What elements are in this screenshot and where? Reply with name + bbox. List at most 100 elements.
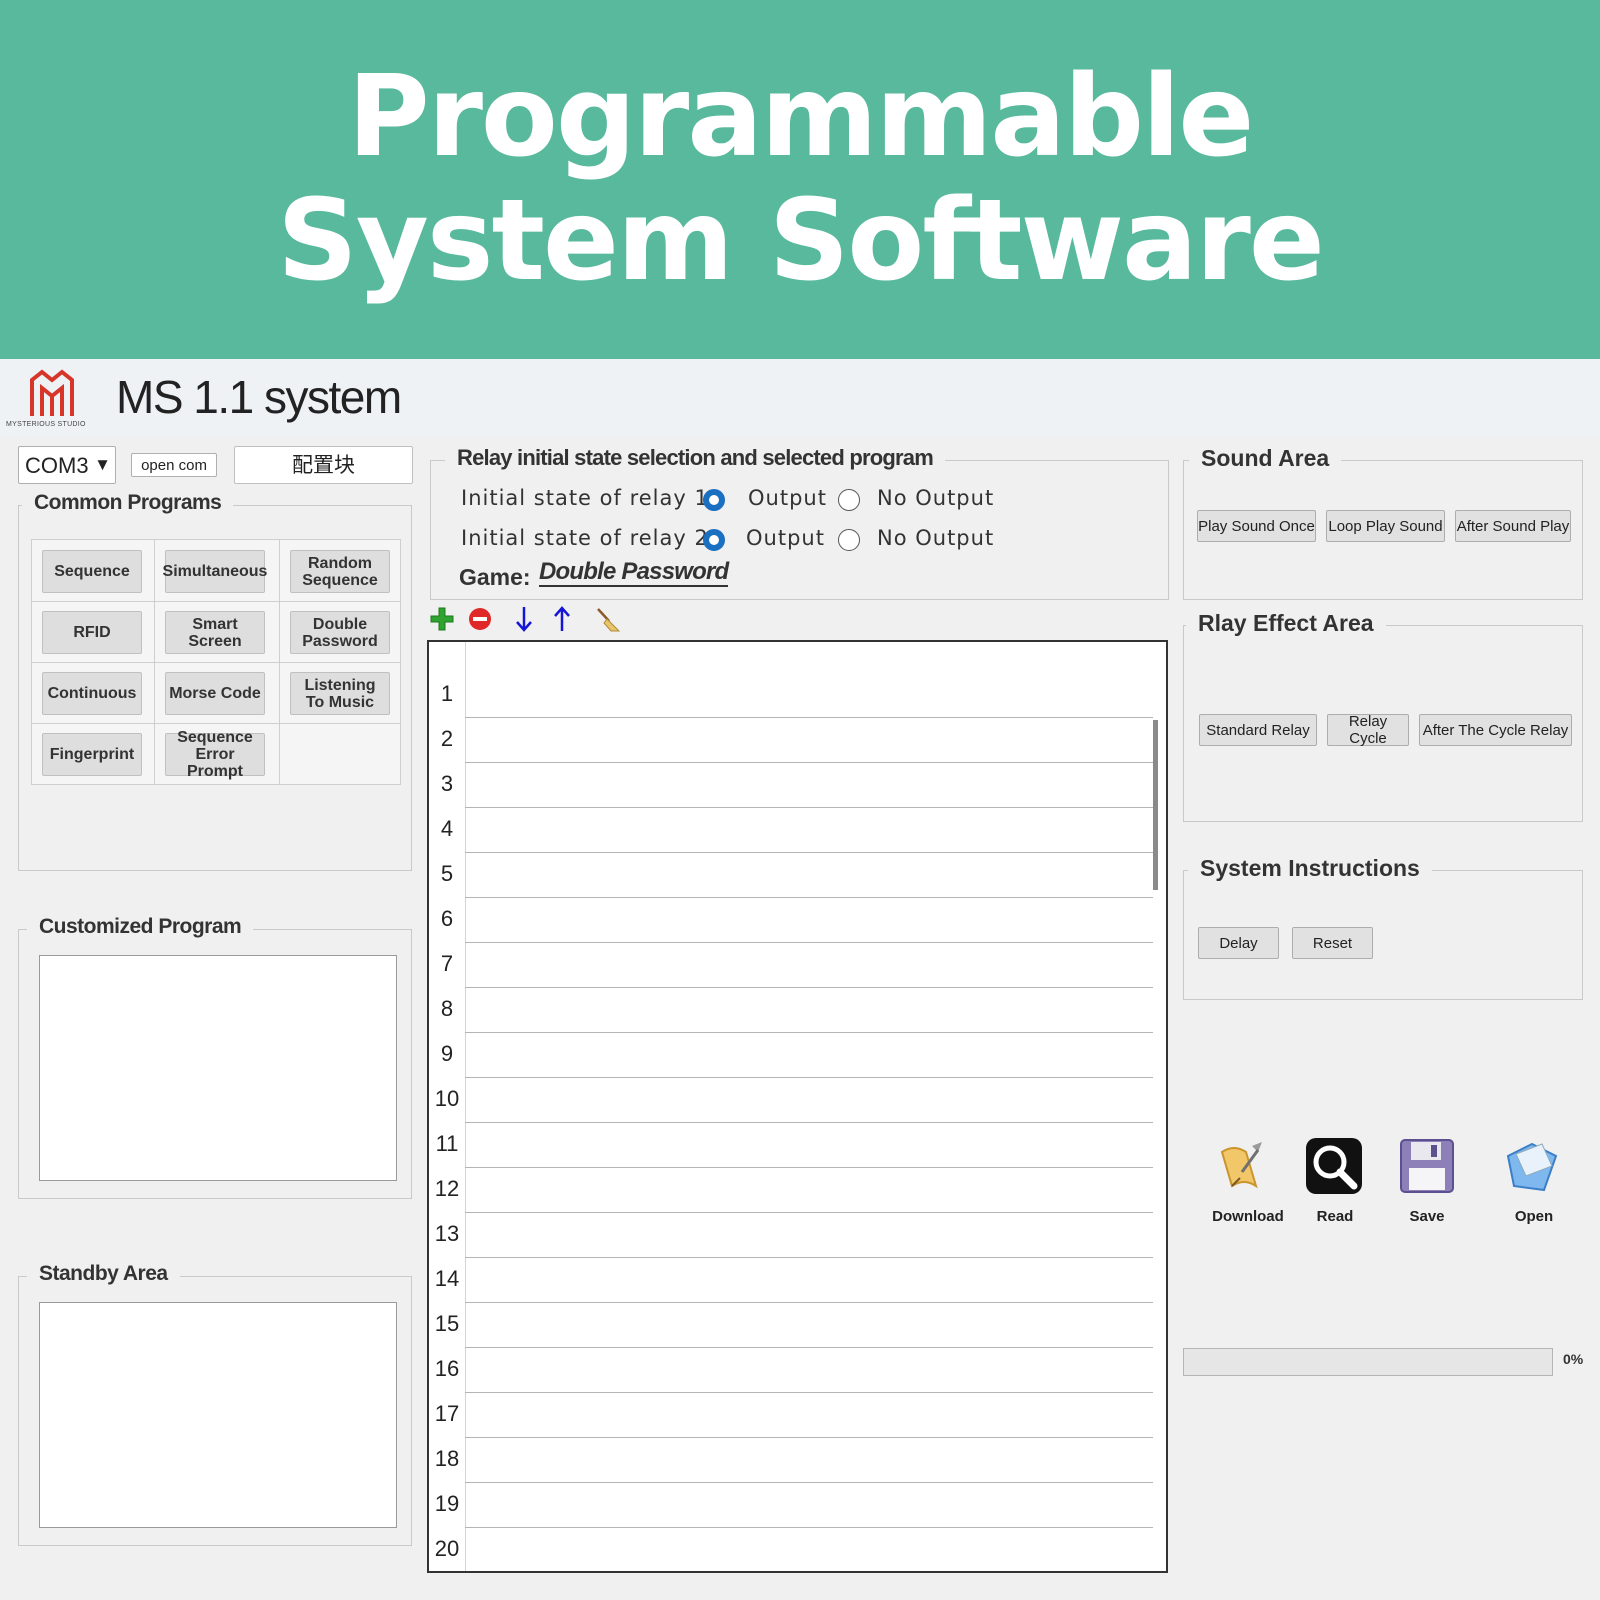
table-row-number: 19 [434,1491,460,1516]
open-com-button[interactable]: open com [131,453,217,477]
save-floppy-icon[interactable] [1397,1136,1457,1196]
save-label: Save [1409,1208,1445,1225]
relay2-label: Initial state of relay 2 [461,526,709,550]
scrollbar-thumb[interactable] [1153,720,1158,890]
relay1-output-label: Output [748,486,827,510]
program-continuous-button[interactable]: Continuous [42,672,142,715]
table-row-number: 17 [434,1401,460,1426]
program-listening-to-music-button[interactable]: Listening To Music [290,672,390,715]
table-row-number: 20 [434,1536,460,1561]
relay1-label: Initial state of relay 1 [461,486,709,510]
clear-broom-icon[interactable] [595,605,621,633]
customized-program-list[interactable] [39,955,397,1181]
relay1-no-output-label: No Output [877,486,995,510]
table-row-number: 4 [440,816,454,841]
table-row-separator [465,1257,1153,1258]
standard-relay-button[interactable]: Standard Relay [1199,714,1317,746]
program-sequence-button[interactable]: Sequence [42,550,142,593]
read-label: Read [1316,1208,1354,1225]
move-up-icon[interactable] [549,605,575,633]
table-row-number: 10 [434,1086,460,1111]
delay-button[interactable]: Delay [1198,927,1279,959]
relay-cycle-button[interactable]: Relay Cycle [1327,713,1409,747]
table-row-separator [465,1122,1153,1123]
program-smart-screen-button[interactable]: Smart Screen [165,611,265,654]
loop-play-sound-button[interactable]: Loop Play Sound [1326,510,1445,542]
move-down-icon[interactable] [511,605,537,633]
table-column-divider [465,642,466,1571]
open-label: Open [1514,1208,1554,1225]
table-row-separator [465,987,1153,988]
logo-icon [30,369,74,416]
table-row-number: 14 [434,1266,460,1291]
relay2-no-output-label: No Output [877,526,995,550]
table-row-separator [465,897,1153,898]
config-block-button[interactable]: 配置块 [234,446,413,484]
table-row-number: 5 [440,861,454,886]
program-fingerprint-button[interactable]: Fingerprint [42,733,142,776]
relay-effect-area-legend: Rlay Effect Area [1186,610,1386,637]
table-row-number: 18 [434,1446,460,1471]
table-row-separator [465,1482,1153,1483]
table-row-number: 16 [434,1356,460,1381]
program-simultaneous-button[interactable]: Simultaneous [163,550,267,593]
program-sequence-error-prompt-button[interactable]: Sequence Error Prompt [165,729,265,780]
after-the-cycle-relay-button[interactable]: After The Cycle Relay [1419,714,1572,746]
banner-title: Programmable System Software [0,55,1600,303]
program-table[interactable]: 1 2 3 4 5 6 7 8 9 10 11 12 13 14 15 16 17 18 19 20 [427,640,1168,1573]
table-row-number: 11 [435,1131,459,1156]
program-random-sequence-button[interactable]: Random Sequence [290,550,390,593]
customized-program-legend: Customized Program [27,915,254,939]
standby-area-legend: Standby Area [27,1262,180,1286]
banner-title-line2: System Software [277,176,1325,306]
relay1-no-output-radio[interactable] [838,489,860,511]
app-title: MS 1.1 system [116,371,402,423]
add-icon[interactable] [429,605,455,633]
table-row-separator [465,1302,1153,1303]
banner-title-line1: Programmable [347,52,1255,182]
table-row-separator [465,717,1153,718]
table-row-number: 6 [440,906,454,931]
com-port-value: COM3 [25,452,89,478]
table-row-separator [465,942,1153,943]
relay2-output-label: Output [746,526,825,550]
table-row-number: 3 [440,771,454,796]
progress-bar [1183,1348,1553,1376]
table-row-separator [465,807,1153,808]
relay2-output-radio[interactable] [703,529,725,551]
table-row-separator [465,852,1153,853]
program-rfid-button[interactable]: RFID [42,611,142,654]
relay1-output-radio[interactable] [703,489,725,511]
progress-percent: 0% [1563,1351,1584,1367]
download-icon[interactable] [1212,1138,1272,1198]
table-row-number: 9 [440,1041,454,1066]
standby-area-list[interactable] [39,1302,397,1528]
reset-button[interactable]: Reset [1292,927,1373,959]
relay-legend: Relay initial state selection and select… [445,445,945,471]
table-row-number: 15 [434,1311,460,1336]
play-sound-once-button[interactable]: Play Sound Once [1197,510,1316,542]
table-row-separator [465,1077,1153,1078]
program-morse-code-button[interactable]: Morse Code [165,672,265,715]
table-row-number: 7 [440,951,454,976]
table-row-number: 1 [440,681,454,706]
table-row-separator [465,1437,1153,1438]
game-value: Double Password [539,558,729,587]
program-double-password-button[interactable]: Double Password [290,611,390,654]
table-row-separator [465,1212,1153,1213]
table-row-separator [465,1392,1153,1393]
read-search-icon[interactable] [1304,1136,1364,1196]
table-row-separator [465,762,1153,763]
chevron-down-icon: ▼ [94,455,111,474]
table-row-separator [465,1527,1153,1528]
remove-icon[interactable] [467,605,493,633]
after-sound-play-button[interactable]: After Sound Play [1455,510,1571,542]
table-row-number: 12 [434,1176,460,1201]
logo-text: MYSTERIOUS STUDIO [6,421,86,428]
com-port-select[interactable]: COM3 ▼ [18,446,116,484]
sound-area-legend: Sound Area [1189,445,1342,472]
open-folder-icon[interactable] [1502,1136,1562,1196]
game-label: Game: [459,564,531,590]
relay2-no-output-radio[interactable] [838,529,860,551]
table-row-number: 13 [434,1221,460,1246]
